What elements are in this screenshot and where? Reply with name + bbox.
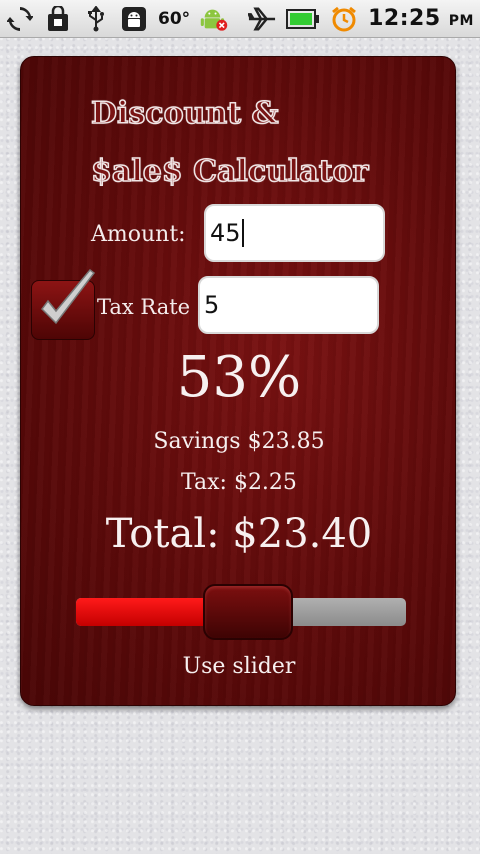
android-debug-icon [120,5,148,33]
temperature-readout: 60° [158,8,191,29]
tax-rate-label: Tax Rate [97,295,191,319]
status-bar: 60° 12:25 PM [0,0,480,38]
clock-time: 12:25 PM [368,6,474,31]
sync-icon [6,5,34,33]
tax-text: Tax: $2.25 [181,470,297,495]
shopping-bag-icon [44,5,72,33]
usb-icon [82,5,110,33]
app-title-line2: $ale$ Calculator [90,153,369,190]
checkmark-icon [41,268,96,325]
amount-label: Amount: [91,222,186,247]
app-title: Discount & $ale$ Calculator [90,85,431,201]
slider-fill [76,598,214,626]
slider-thumb[interactable] [203,584,294,640]
total-text: Total: $23.40 [105,511,373,557]
tax-rate-input[interactable]: 5 [198,276,379,334]
tax-rate-input-value: 5 [204,291,220,319]
app-title-line1: Discount & [90,95,279,132]
airplane-mode-icon [248,5,276,33]
slider-label: Use slider [182,654,296,679]
text-caret [241,219,244,247]
savings-text: Savings $23.85 [153,429,325,454]
calculator-card: Discount & $ale$ Calculator Amount: 45 T… [20,56,456,706]
discount-percent: 53% [176,345,302,410]
tax-rate-checkbox[interactable] [31,268,96,340]
amount-input-value: 45 [210,219,241,247]
alarm-clock-icon [330,5,358,33]
battery-icon [286,5,320,33]
android-notification-icon [200,5,228,33]
amount-input[interactable]: 45 [204,204,385,262]
